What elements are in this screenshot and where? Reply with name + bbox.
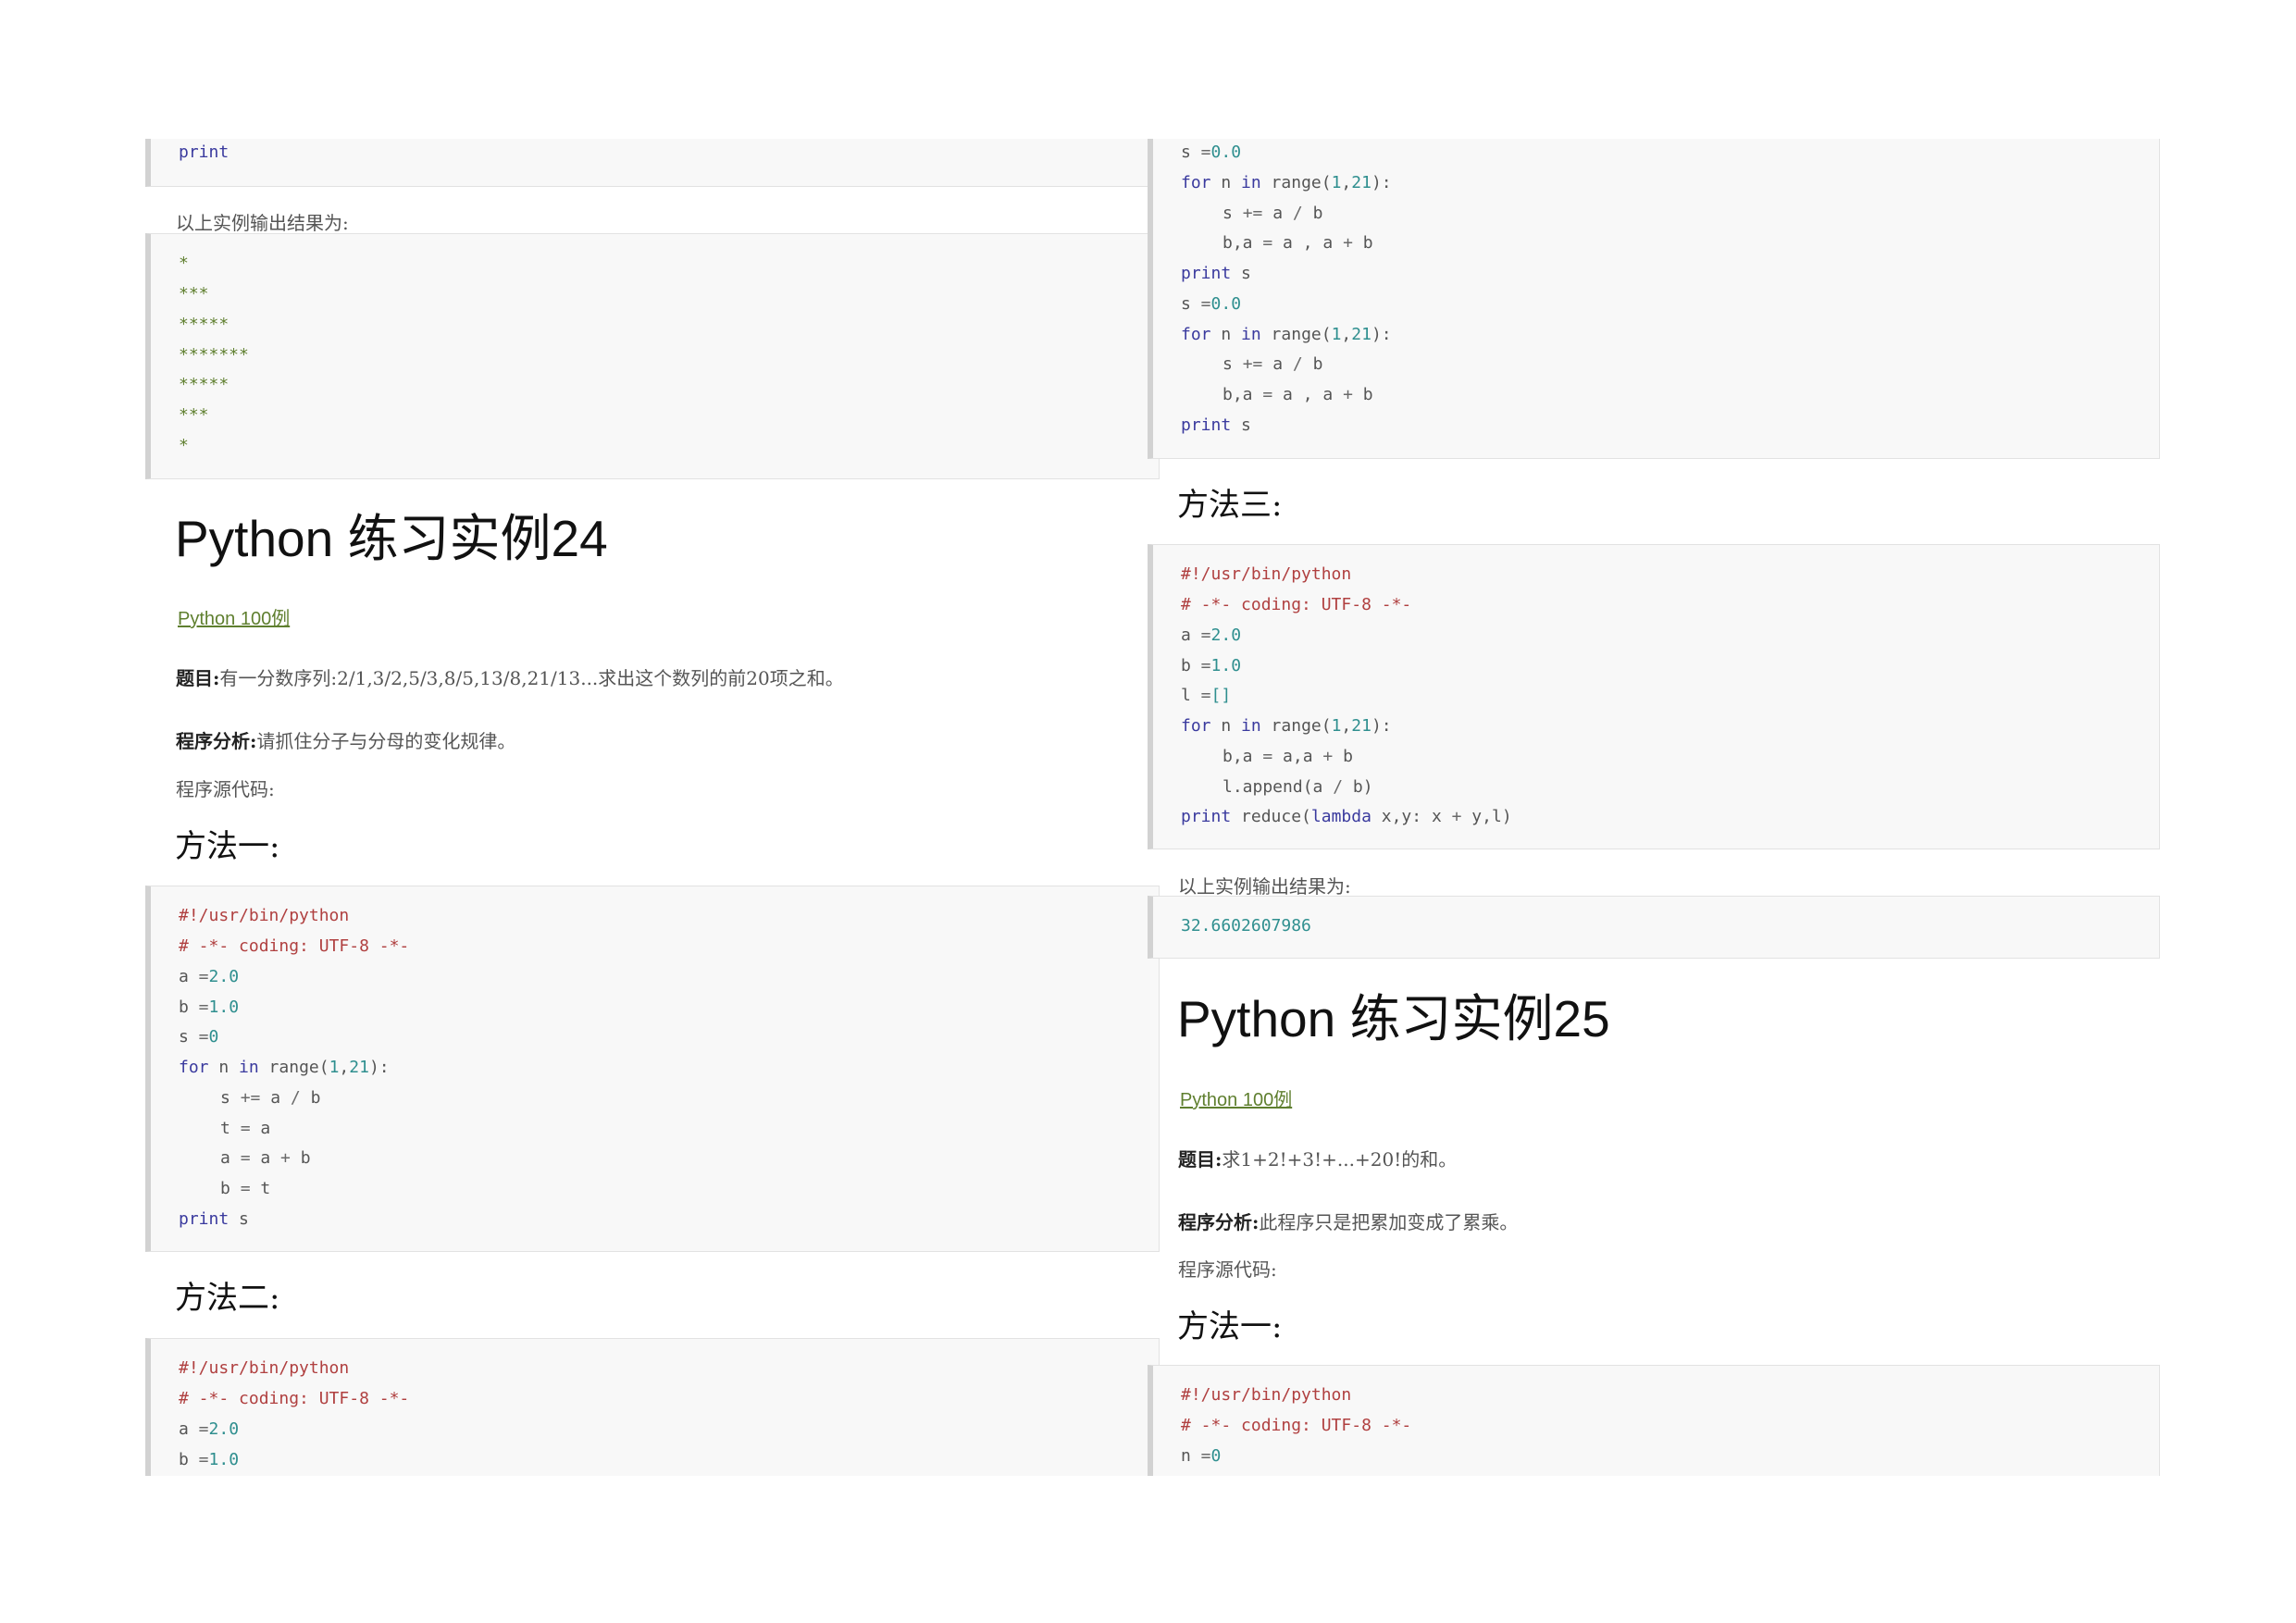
- code-line: b,a = a , a + b: [1222, 385, 1373, 404]
- problem-label: 题目:: [1178, 1148, 1222, 1171]
- analysis-text: 此程序只是把累加变成了累乘。: [1259, 1211, 1519, 1233]
- output-line: *: [179, 254, 189, 273]
- method-one-heading: 方法一:: [175, 828, 280, 865]
- analysis-label: 程序分析:: [176, 730, 257, 752]
- output-line: ***: [179, 405, 209, 425]
- analysis-label: 程序分析:: [1178, 1211, 1260, 1233]
- code-line: a =2.0: [1181, 626, 1242, 645]
- code-line: n =0: [1181, 1446, 1222, 1466]
- python-100-link[interactable]: Python 100例: [1180, 1084, 1292, 1111]
- problem-statement: 题目:有一分数序列:2/1,3/2,5/3,8/5,13/8,21/13...求…: [176, 663, 844, 690]
- code-line: # -*- coding: UTF-8 -*-: [179, 1389, 410, 1408]
- code-line: for n in range(1,21):: [1181, 173, 1392, 192]
- code-line: l =[]: [1181, 686, 1232, 705]
- source-label: 程序源代码:: [1178, 1258, 1277, 1281]
- code-line: # -*- coding: UTF-8 -*-: [1181, 1416, 1412, 1435]
- code-line: a =2.0: [179, 967, 240, 986]
- code-line: s += a / b: [1222, 354, 1323, 374]
- code-keyword: print: [179, 142, 230, 162]
- code-line: print s: [1181, 264, 1251, 283]
- problem-statement: 题目:求1+2!+3!+...+20!的和。: [1178, 1145, 1457, 1171]
- code-block-method1-25: #!/usr/bin/python # -*- coding: UTF-8 -*…: [1148, 1365, 2160, 1476]
- python-100-link[interactable]: Python 100例: [178, 603, 290, 630]
- code-line: b =1.0: [179, 1450, 240, 1469]
- code-line: l.append(a / b): [1222, 777, 1373, 797]
- problem-text: 有一分数序列:2/1,3/2,5/3,8/5,13/8,21/13...求出这个…: [219, 667, 844, 689]
- code-line: b = t: [220, 1179, 271, 1198]
- code-block-method2: #!/usr/bin/python # -*- coding: UTF-8 -*…: [145, 1338, 1160, 1476]
- code-line: print reduce(lambda x,y: x + y,l): [1181, 807, 1512, 826]
- problem-text: 求1+2!+3!+...+20!的和。: [1222, 1148, 1458, 1171]
- code-line: #!/usr/bin/python: [1181, 564, 1352, 584]
- method-two-heading: 方法二:: [175, 1280, 280, 1317]
- code-line: b,a = a , a + b: [1222, 233, 1373, 253]
- output-label: 以上实例输出结果为:: [176, 212, 349, 234]
- code-line: # -*- coding: UTF-8 -*-: [179, 936, 410, 956]
- method-one-heading: 方法一:: [1177, 1308, 1283, 1345]
- output-line: *: [179, 436, 189, 455]
- code-line: print s: [179, 1209, 249, 1229]
- code-line: print s: [1181, 415, 1251, 435]
- code-line: s += a / b: [220, 1088, 321, 1108]
- page-title-25: Python 练习实例25: [1177, 990, 1610, 1047]
- output-line: *******: [179, 345, 249, 365]
- output-label: 以上实例输出结果为:: [1178, 875, 1351, 898]
- problem-label: 题目:: [176, 667, 220, 689]
- code-line: t = a: [220, 1119, 271, 1138]
- code-line: b,a = a,a + b: [1222, 747, 1353, 766]
- code-line: s =0: [179, 1027, 219, 1047]
- program-analysis: 程序分析:此程序只是把累加变成了累乘。: [1178, 1208, 1518, 1234]
- code-line: a =2.0: [179, 1419, 240, 1439]
- output-line: *****: [179, 315, 230, 334]
- code-line: s += a / b: [1222, 204, 1323, 223]
- code-block-method1: #!/usr/bin/python # -*- coding: UTF-8 -*…: [145, 886, 1160, 1252]
- code-block-method3: #!/usr/bin/python # -*- coding: UTF-8 -*…: [1148, 544, 2160, 849]
- method-three-heading: 方法三:: [1177, 487, 1283, 524]
- code-line: b =1.0: [179, 997, 240, 1017]
- output-value: 32.6602607986: [1181, 916, 1311, 935]
- source-label: 程序源代码:: [176, 778, 275, 800]
- code-line: for n in range(1,21):: [1181, 325, 1392, 344]
- code-line: for n in range(1,21):: [1181, 716, 1392, 736]
- code-line: s =0.0: [1181, 294, 1242, 314]
- code-line: b =1.0: [1181, 656, 1242, 675]
- analysis-text: 请抓住分子与分母的变化规律。: [256, 730, 516, 752]
- output-block-value: 32.6602607986: [1148, 896, 2160, 959]
- output-block-stars: * *** ***** ******* ***** *** *: [145, 233, 1160, 479]
- code-line: a = a + b: [220, 1148, 311, 1168]
- code-line: #!/usr/bin/python: [179, 906, 350, 925]
- page-title-24: Python 练习实例24: [175, 510, 608, 567]
- code-block-print: print: [145, 139, 1160, 187]
- program-analysis: 程序分析:请抓住分子与分母的变化规律。: [176, 726, 515, 753]
- output-line: *****: [179, 375, 230, 394]
- code-block-method2-cont: s =0.0 for n in range(1,21): s += a / b …: [1148, 139, 2160, 459]
- output-line: ***: [179, 284, 209, 304]
- code-line: #!/usr/bin/python: [179, 1358, 350, 1378]
- code-line: for n in range(1,21):: [179, 1058, 390, 1077]
- code-line: # -*- coding: UTF-8 -*-: [1181, 595, 1412, 614]
- code-line: s =0.0: [1181, 142, 1242, 162]
- code-line: #!/usr/bin/python: [1181, 1385, 1352, 1405]
